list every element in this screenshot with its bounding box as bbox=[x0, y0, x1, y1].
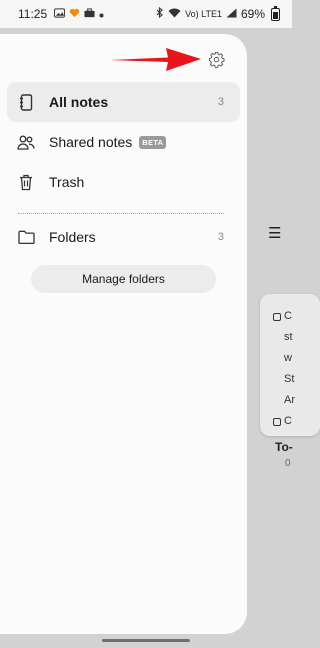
notebook-icon bbox=[17, 93, 35, 111]
nav-label: All notes bbox=[49, 94, 109, 110]
folder-icon bbox=[17, 228, 35, 246]
nav-trash[interactable]: Trash bbox=[7, 162, 240, 202]
note-line: C bbox=[273, 411, 320, 432]
beta-badge: BETA bbox=[139, 135, 167, 149]
checkbox-icon bbox=[273, 312, 281, 321]
battery-icon bbox=[271, 5, 280, 21]
hamburger-icon[interactable]: ☰ bbox=[268, 224, 281, 242]
status-right: Vo) LTE1 69% bbox=[156, 5, 280, 21]
gear-icon bbox=[208, 51, 224, 68]
nav-count: 3 bbox=[217, 231, 224, 243]
dot-icon bbox=[99, 7, 104, 21]
status-time: 11:25 bbox=[18, 7, 48, 21]
status-bar: 11:25 Vo) LTE1 69% bbox=[0, 0, 292, 28]
heart-icon bbox=[69, 7, 80, 21]
home-indicator[interactable] bbox=[102, 639, 190, 642]
checkbox-icon bbox=[273, 417, 281, 426]
note-card[interactable]: C st w St Ar C bbox=[260, 294, 320, 436]
note-line: Ar bbox=[284, 394, 295, 406]
nav-label: Shared notes bbox=[49, 134, 133, 150]
note-line: st bbox=[284, 331, 293, 343]
note-line: St bbox=[284, 373, 295, 385]
network-label: Vo) LTE1 bbox=[185, 9, 222, 19]
nav-label: Folders bbox=[49, 229, 96, 245]
red-arrow-annotation bbox=[110, 48, 201, 71]
note-line: C bbox=[273, 306, 320, 327]
image-icon bbox=[54, 7, 66, 21]
people-icon bbox=[17, 133, 35, 151]
nav-all-notes[interactable]: All notes 3 bbox=[7, 82, 240, 122]
nav-count: 3 bbox=[217, 96, 224, 108]
note-title: To- bbox=[275, 440, 293, 454]
navigation-drawer: All notes 3 Shared notes BETA Trash Fold… bbox=[0, 34, 247, 634]
battery-percent: 69% bbox=[240, 7, 265, 21]
manage-folders-button[interactable]: Manage folders bbox=[31, 265, 216, 293]
briefcase-icon bbox=[84, 7, 95, 21]
bluetooth-icon bbox=[156, 6, 164, 21]
nav-shared-notes[interactable]: Shared notes BETA bbox=[7, 122, 240, 162]
trash-icon bbox=[17, 173, 35, 191]
status-left: 11:25 bbox=[18, 7, 104, 21]
note-date: 0 bbox=[285, 458, 291, 469]
divider bbox=[18, 213, 224, 214]
note-line: w bbox=[284, 352, 292, 364]
settings-button[interactable] bbox=[205, 48, 227, 70]
nav-folders[interactable]: Folders 3 bbox=[7, 217, 240, 257]
signal-icon bbox=[226, 7, 237, 21]
nav-label: Trash bbox=[49, 174, 85, 190]
wifi-icon bbox=[168, 7, 181, 21]
